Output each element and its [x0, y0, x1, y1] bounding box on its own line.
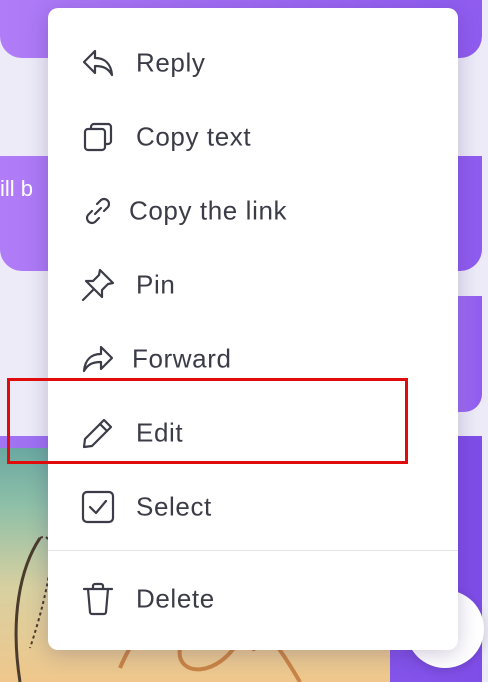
- pin-icon: [78, 265, 118, 305]
- pencil-icon: [78, 413, 118, 453]
- reply-icon: [78, 43, 118, 83]
- menu-item-label: Pin: [136, 269, 176, 300]
- forward-icon: [78, 339, 118, 379]
- copy-icon: [78, 117, 118, 157]
- menu-item-forward[interactable]: Forward: [48, 322, 458, 396]
- menu-item-label: Reply: [136, 47, 206, 78]
- menu-item-reply[interactable]: Reply: [48, 26, 458, 100]
- menu-item-edit[interactable]: Edit: [48, 396, 458, 470]
- trash-icon: [78, 579, 118, 619]
- menu-item-label: Copy the link: [129, 195, 288, 226]
- message-context-menu: Reply Copy text Copy the link Pin Forwar…: [48, 8, 458, 650]
- menu-item-pin[interactable]: Pin: [48, 248, 458, 322]
- menu-item-label: Forward: [132, 343, 232, 374]
- menu-item-label: Select: [136, 491, 212, 522]
- menu-item-delete[interactable]: Delete: [48, 562, 458, 636]
- checkbox-icon: [78, 487, 118, 527]
- menu-item-label: Delete: [136, 583, 215, 614]
- menu-item-label: Edit: [136, 417, 184, 448]
- menu-item-copy-link[interactable]: Copy the link: [48, 174, 458, 248]
- link-icon: [78, 191, 118, 231]
- menu-item-label: Copy text: [136, 121, 252, 152]
- message-text-partial: ill b: [0, 176, 34, 201]
- menu-item-select[interactable]: Select: [48, 470, 458, 544]
- menu-item-copy-text[interactable]: Copy text: [48, 100, 458, 174]
- menu-divider: [48, 550, 458, 551]
